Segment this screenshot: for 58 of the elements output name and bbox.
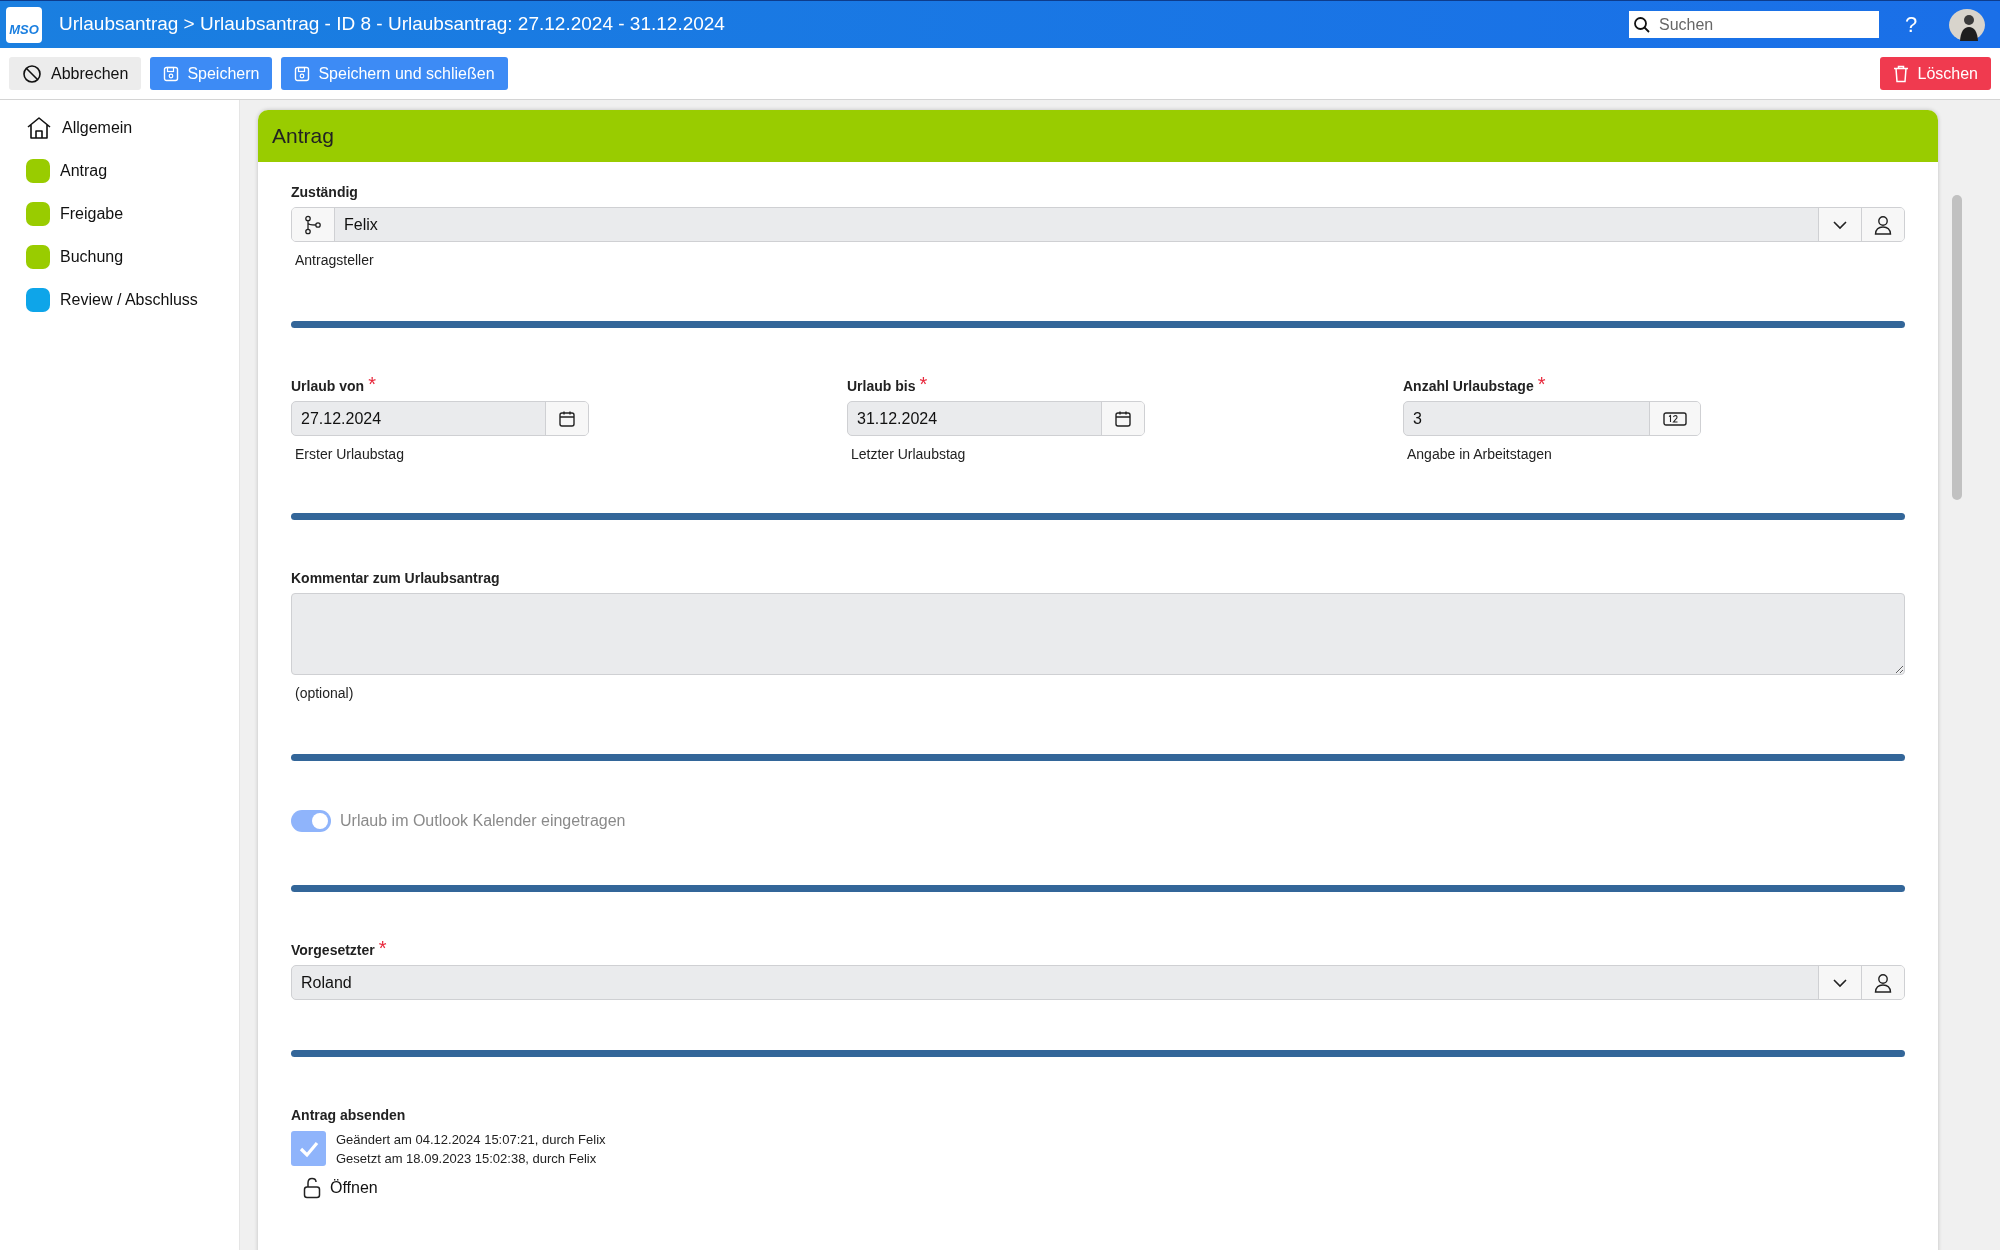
sidebar-item[interactable]: Buchung	[60, 245, 124, 269]
comment-field[interactable]	[291, 593, 1905, 675]
field-hint: Erster Urlaubstag	[295, 445, 405, 463]
check-icon	[297, 1139, 320, 1158]
unlock-icon	[303, 1177, 321, 1199]
person-icon	[1874, 214, 1892, 235]
home-icon	[26, 116, 52, 140]
delete-button[interactable]: Löschen	[1879, 57, 1991, 90]
help-button[interactable]: ?	[1899, 8, 1923, 41]
field-hint: Angabe in Arbeitstagen	[1407, 445, 1553, 463]
save-icon	[294, 65, 311, 82]
caret-icon	[1832, 219, 1848, 230]
required-mark: *	[378, 940, 387, 956]
field-label: Zuständig	[291, 183, 358, 202]
field-hint: Letzter Urlaubstag	[851, 445, 967, 463]
app-logo: MSO	[6, 6, 42, 43]
field-label: Anzahl Urlaubstage	[1403, 377, 1534, 396]
select-field[interactable]: Roland	[291, 965, 1905, 1000]
field-label: Urlaub von	[291, 377, 365, 396]
field-hint: Antragsteller	[295, 251, 375, 269]
required-mark: *	[919, 376, 928, 392]
search-icon	[1633, 15, 1651, 34]
branch-icon	[303, 214, 323, 235]
sidebar-item[interactable]: Allgemein	[62, 116, 133, 140]
required-mark: *	[368, 376, 376, 392]
cancel-icon	[22, 63, 42, 84]
sidebar-item[interactable]: Antrag	[60, 159, 108, 183]
number-icon	[1663, 411, 1687, 426]
sidebar-item[interactable]: Review / Abschluss	[60, 288, 198, 312]
person-icon	[1874, 972, 1892, 993]
trash-icon	[1892, 64, 1909, 83]
field-label: Vorgesetzter	[291, 941, 375, 960]
audit-text: Geändert am 04.12.2024 15:07:21, durch Felix	[336, 1131, 606, 1149]
date-field[interactable]: 27.12.2024	[291, 401, 589, 436]
caret-icon	[1832, 977, 1848, 988]
calendar-icon	[558, 409, 576, 428]
field-label: Antrag absenden	[291, 1106, 406, 1125]
window-title: Urlaubsantrag > Urlaubsantrag - ID 8 - Urlaubsantrag: 27.12.2024 - 31.12.2024	[59, 12, 725, 37]
field-label: Urlaub bis	[847, 377, 916, 396]
user-avatar[interactable]	[1949, 8, 1985, 41]
save-icon	[163, 65, 180, 82]
sidebar-item[interactable]: Freigabe	[60, 202, 124, 226]
number-field[interactable]: 3	[1403, 401, 1701, 436]
open-button[interactable]: Öffnen	[303, 1176, 378, 1200]
date-field[interactable]: 31.12.2024	[847, 401, 1145, 436]
search-field[interactable]: Suchen	[1629, 11, 1879, 38]
calendar-icon	[1114, 409, 1132, 428]
search-input[interactable]: Suchen	[1659, 12, 1875, 37]
checkbox[interactable]	[291, 1131, 326, 1166]
cancel-button[interactable]: Abbrechen	[9, 57, 142, 90]
audit-text: Gesetzt am 18.09.2023 15:02:38, durch Felix	[336, 1150, 598, 1168]
select-field[interactable]: Felix	[291, 207, 1905, 242]
card-title: Antrag	[272, 123, 334, 150]
field-hint: (optional)	[295, 684, 355, 702]
toggle-label: Urlaub im Outlook Kalender eingetragen	[340, 811, 626, 831]
required-mark: *	[1537, 376, 1546, 392]
scrollbar[interactable]	[1952, 195, 1962, 500]
field-label: Kommentar zum Urlaubsantrag	[291, 569, 500, 588]
